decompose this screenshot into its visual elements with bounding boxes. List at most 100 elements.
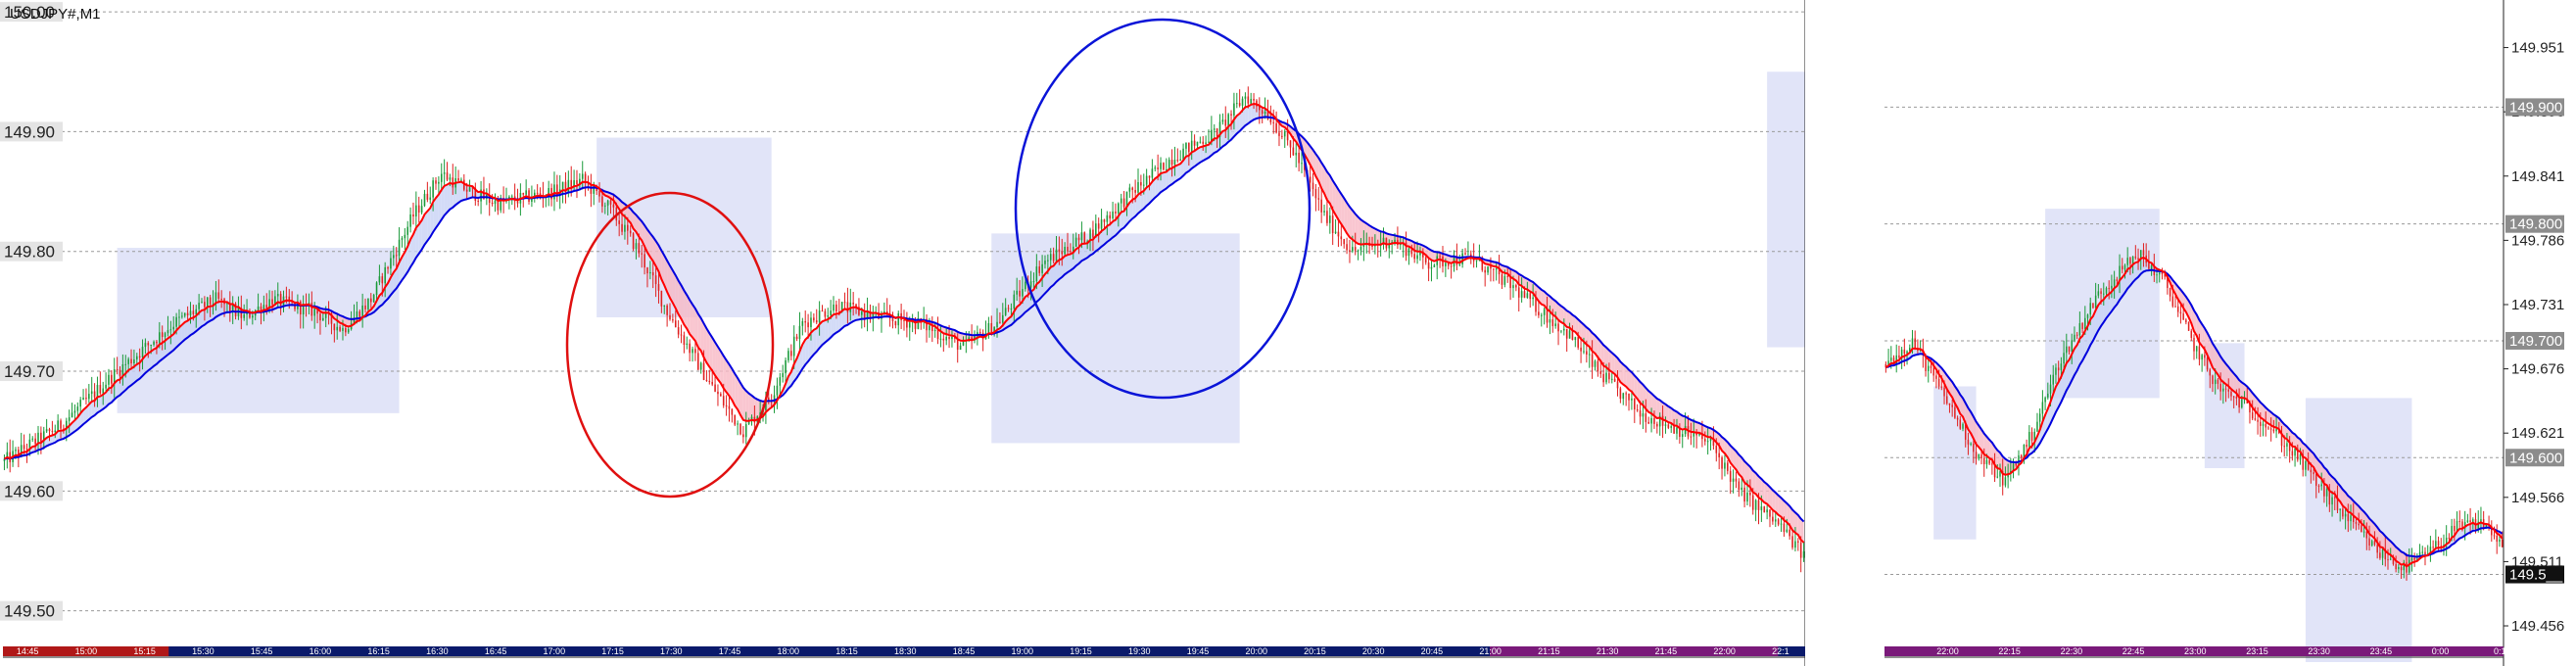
candle-body — [996, 321, 998, 328]
candle-body — [939, 338, 942, 340]
candle-body — [1092, 229, 1094, 238]
candle-body — [785, 359, 787, 374]
candle-body — [624, 224, 626, 232]
candle-body — [99, 384, 102, 394]
candle-body — [423, 193, 426, 207]
candle-body — [1676, 427, 1678, 434]
ma-fill-segment — [424, 211, 428, 245]
candle-body — [2400, 566, 2403, 571]
candle-body — [1975, 452, 1978, 459]
candle-body — [276, 294, 279, 297]
candle-body — [2052, 374, 2054, 385]
candle-body — [1667, 424, 1670, 428]
candle-body — [1777, 519, 1780, 525]
candle-body — [1070, 251, 1072, 253]
candle-body — [824, 310, 827, 317]
candle-body — [1724, 462, 1726, 469]
candle-body — [1610, 378, 1613, 380]
candle-body — [2387, 559, 2389, 561]
candle-body — [603, 205, 606, 207]
candle-body — [1016, 290, 1018, 295]
candle-body — [124, 363, 127, 365]
secondary-time-axis[interactable]: 522:0022:1522:3022:4523:0023:1523:3023:4… — [1875, 646, 2511, 658]
candle-body — [2176, 306, 2179, 312]
candle-body — [553, 184, 555, 200]
candle-body — [169, 329, 172, 331]
time-tick-label: 19:15 — [1070, 646, 1092, 656]
time-tick-label: 23:15 — [2246, 646, 2268, 656]
candle-body — [426, 193, 429, 200]
candle-body — [2026, 445, 2027, 448]
candle-body — [2055, 367, 2057, 375]
time-tick-label: 18:30 — [894, 646, 917, 656]
candle-body — [1706, 441, 1709, 443]
candle-body — [1295, 152, 1298, 156]
candle-body — [2156, 274, 2158, 276]
candle-body — [2313, 472, 2314, 475]
candle-body — [1628, 393, 1630, 401]
candle-body — [2331, 497, 2333, 505]
candle-body — [739, 423, 741, 435]
time-tick-label: 23:30 — [2308, 646, 2330, 656]
candle-body — [2123, 264, 2126, 270]
candle-body — [446, 172, 449, 180]
candle-body — [1597, 360, 1599, 372]
candle-body — [516, 201, 519, 204]
ma-fill-segment — [715, 342, 718, 380]
candle-body — [393, 255, 395, 259]
candle-body — [1461, 253, 1463, 264]
candle-body — [2325, 489, 2328, 497]
candle-body — [2421, 551, 2424, 553]
secondary-price-axis[interactable]: 149.951149.896149.841149.786149.731149.6… — [2503, 0, 2564, 666]
candle-body — [460, 179, 462, 181]
candle-body — [150, 344, 152, 346]
candle-body — [1656, 423, 1658, 427]
time-axis[interactable]: 14:45 15:00 15:15 15:30 15:45 16:00 16:15 16:30… — [3, 646, 1805, 658]
candle-body — [606, 200, 609, 206]
time-tick-label: 15:00 — [75, 646, 98, 656]
candle-body — [2028, 432, 2030, 448]
candle-body — [720, 394, 722, 397]
candle-body — [666, 305, 668, 315]
time-tick-label: 21:30 — [1597, 646, 1619, 656]
candle-body — [2057, 367, 2060, 371]
candle-body — [310, 303, 313, 316]
candle-body — [2116, 279, 2119, 281]
candle-body — [440, 173, 443, 182]
candle-body — [76, 406, 79, 411]
candle-body — [1007, 308, 1010, 309]
candle-body — [34, 438, 36, 445]
candle-body — [2339, 508, 2341, 510]
candle-body — [1151, 168, 1154, 178]
candle-body — [1137, 181, 1139, 193]
candle-body — [40, 432, 42, 442]
time-tick-label: 17:30 — [660, 646, 683, 656]
candle-body — [1967, 439, 1970, 445]
candle-body — [1061, 252, 1064, 255]
candle-body — [1190, 140, 1193, 153]
candle-body — [1357, 250, 1360, 252]
candle-body — [1371, 245, 1373, 247]
price-tick-label: 149.786 — [2511, 232, 2564, 249]
candle-body — [2182, 313, 2184, 320]
candle-body — [2187, 322, 2190, 331]
candle-body — [1314, 188, 1317, 199]
candle-body — [1049, 254, 1052, 261]
candle-body — [2193, 337, 2195, 352]
candle-body — [1586, 351, 1588, 355]
candle-body — [2086, 314, 2089, 318]
candle-body — [708, 381, 711, 383]
candle-body — [457, 178, 459, 181]
candle-body — [2294, 448, 2296, 456]
candle-body — [612, 204, 615, 208]
candle-body — [2435, 541, 2437, 547]
candle-body — [654, 275, 657, 285]
candle-body — [68, 417, 71, 421]
candle-body — [2376, 545, 2378, 553]
candle-body — [1120, 198, 1122, 204]
candle-body — [82, 398, 84, 401]
candle-body — [494, 200, 497, 205]
candle-body — [1433, 264, 1436, 267]
candle-body — [649, 271, 651, 274]
candle-body — [1238, 103, 1241, 106]
